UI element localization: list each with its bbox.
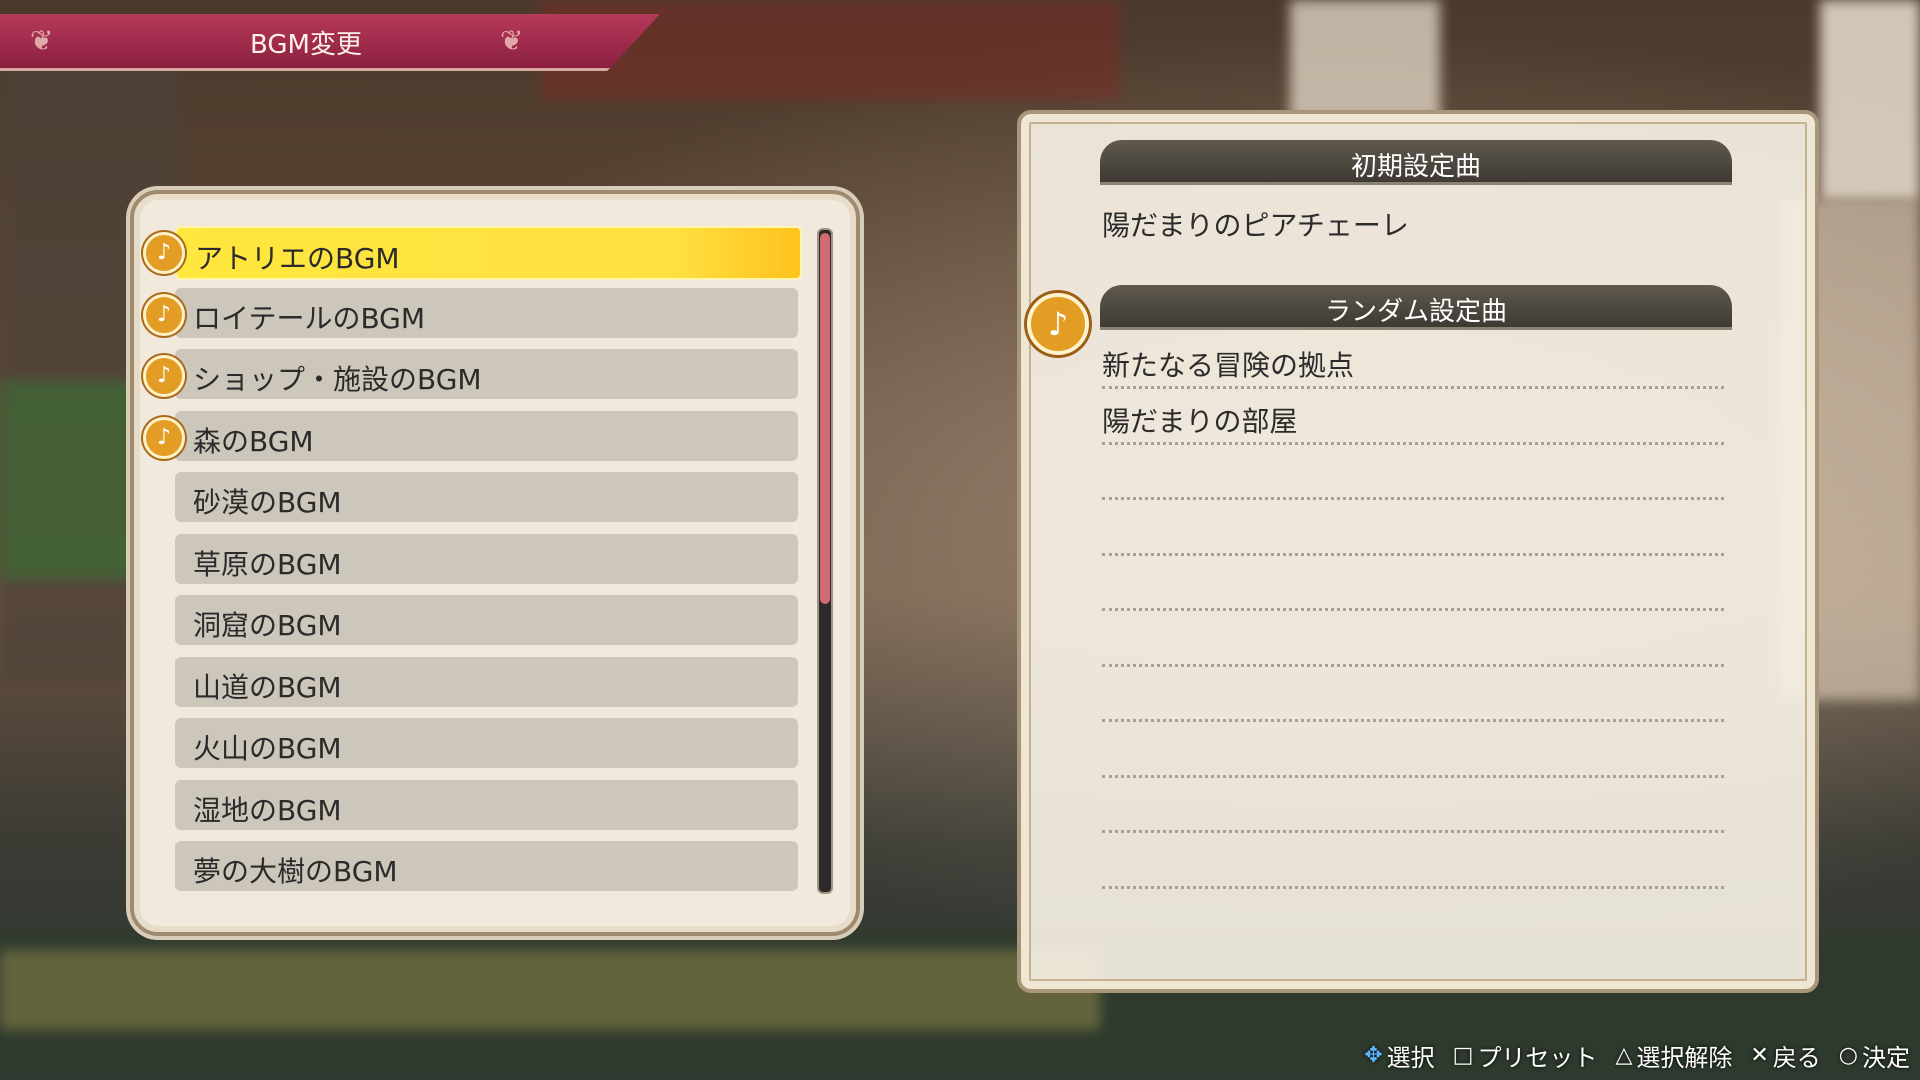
list-scrollbar[interactable] <box>817 228 833 894</box>
bgm-list-item-label: 夢の大樹のBGM <box>193 855 398 888</box>
bgm-list-item[interactable]: 山道のBGM <box>175 656 798 707</box>
triangle-button-icon: △ <box>1615 1042 1633 1068</box>
bgm-list-item[interactable]: 砂漠のBGM <box>175 472 798 522</box>
title-banner: ❦ BGM変更 ❦ <box>0 14 660 71</box>
bgm-list-item[interactable]: 湿地のBGM <box>175 779 798 830</box>
bgm-list-item[interactable]: ショップ・施設のBGM <box>175 349 798 399</box>
hint-back[interactable]: ✕ 戻る <box>1750 1038 1820 1073</box>
bgm-list-item[interactable]: 夢の大樹のBGM <box>175 841 798 891</box>
hint-select[interactable]: ✥ 選択 <box>1364 1038 1434 1073</box>
circle-button-icon: ○ <box>1838 1042 1858 1068</box>
music-note-icon: ♪ <box>1027 293 1089 355</box>
music-note-icon: ♪ <box>143 232 185 274</box>
bgm-list-item[interactable]: アトリエのBGM <box>175 226 802 280</box>
bgm-list-item-label: 草原のBGM <box>193 547 342 581</box>
bgm-list-item[interactable]: 火山のBGM <box>175 718 798 768</box>
bgm-list-item-label: 火山のBGM <box>193 732 342 765</box>
bgm-list-item-label: ロイテールのBGM <box>193 301 426 335</box>
bgm-list-item-label: 森のBGM <box>193 424 314 458</box>
default-song-header: 初期設定曲 <box>1100 140 1732 185</box>
music-note-icon: ♪ <box>143 416 185 459</box>
scrollbar-thumb[interactable] <box>820 233 830 604</box>
vine-ornament-left-icon: ❦ <box>30 24 54 57</box>
song-slot-divider <box>1102 608 1724 611</box>
hint-preset[interactable]: □ プリセット <box>1453 1038 1598 1073</box>
random-song-item[interactable]: 陽だまりの部屋 <box>1102 400 1297 440</box>
button-hints: ✥ 選択 □ プリセット △ 選択解除 ✕ 戻る ○ 決定 <box>1364 1038 1910 1072</box>
song-slot-divider <box>1102 553 1724 556</box>
bgm-list-item-label: 洞窟のBGM <box>193 609 342 642</box>
hint-confirm[interactable]: ○ 決定 <box>1839 1038 1910 1073</box>
song-slot-divider <box>1102 886 1724 889</box>
song-slot-divider <box>1102 664 1724 667</box>
bgm-list-item[interactable]: 洞窟のBGM <box>175 595 798 645</box>
default-song: 陽だまりのピアチェーレ <box>1102 209 1409 242</box>
bgm-list-item-label: 湿地のBGM <box>193 793 342 827</box>
bgm-list-item-label: 砂漠のBGM <box>193 486 342 519</box>
bgm-list-item[interactable]: ロイテールのBGM <box>175 287 798 338</box>
song-slot-divider <box>1102 775 1724 778</box>
random-song-header: ランダム設定曲 <box>1100 285 1732 330</box>
vine-ornament-right-icon: ❦ <box>500 24 524 57</box>
bgm-list-item-label: アトリエのBGM <box>195 242 400 275</box>
song-slot-divider <box>1102 719 1724 722</box>
dpad-icon: ✥ <box>1364 1042 1383 1068</box>
music-note-icon: ♪ <box>143 355 185 397</box>
cross-button-icon: ✕ <box>1750 1042 1769 1068</box>
bgm-list-item[interactable]: 森のBGM <box>175 410 798 461</box>
music-note-icon: ♪ <box>143 293 185 336</box>
page-title: BGM変更 <box>250 30 362 60</box>
bgm-list-item-label: 山道のBGM <box>193 670 342 704</box>
song-slot-divider <box>1102 386 1724 389</box>
song-slot-divider <box>1102 442 1724 445</box>
square-button-icon: □ <box>1452 1042 1474 1068</box>
hint-deselect[interactable]: △ 選択解除 <box>1615 1038 1732 1073</box>
random-song-item[interactable]: 新たなる冒険の拠点 <box>1102 344 1354 384</box>
song-slot-divider <box>1102 830 1724 833</box>
bgm-list-item[interactable]: 草原のBGM <box>175 533 798 584</box>
song-slot-divider <box>1102 497 1724 500</box>
bgm-list-item-label: ショップ・施設のBGM <box>193 363 482 396</box>
